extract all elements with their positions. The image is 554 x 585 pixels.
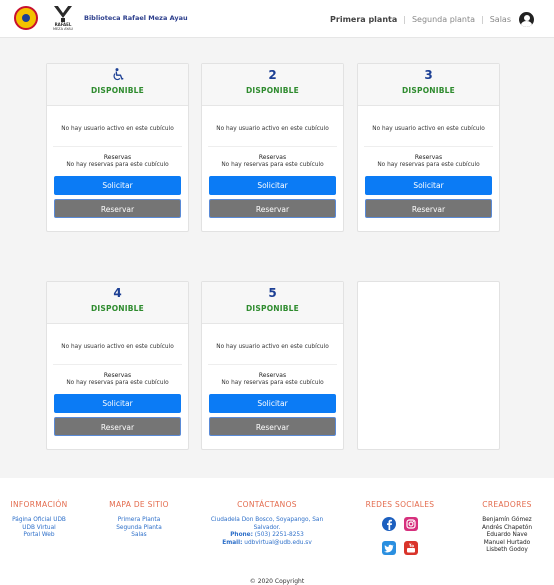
link-primera-planta[interactable]: Primera Planta [94,517,184,525]
nav-separator: | [481,14,484,24]
reservar-button[interactable]: Reservar [365,199,492,218]
user-avatar-icon[interactable] [519,11,534,27]
reservas-title: Reservas [103,154,132,161]
reservas-title: Reservas [103,372,132,379]
footer-contacto: CONTÁCTANOS Ciudadela Don Bosco, Soyapan… [203,500,331,547]
footer-heading: CONTÁCTANOS [237,500,297,509]
divider [208,146,337,147]
card-header: 4 DISPONIBLE [47,282,188,324]
social-row-2 [355,541,445,555]
reservas-text: No hay reservas para este cubículo [221,162,324,168]
reservar-button[interactable]: Reservar [54,417,181,436]
link-pagina-oficial[interactable]: Página Oficial UDB [4,517,74,525]
cubicle-number: 2 [268,68,277,82]
nav-salas[interactable]: Salas [490,15,511,24]
status-badge: DISPONIBLE [402,86,455,95]
footer-creadores: CREADORES Benjamín Gómez Andrés Chapetón… [464,500,550,555]
biblioteca-logo[interactable]: RAFAEL MEZA AYAU [49,5,77,35]
divider [53,146,182,147]
reservar-button[interactable]: Reservar [54,199,181,218]
main-nav: Primera planta | Segunda planta | Salas [330,10,534,28]
cubicle-card-1: DISPONIBLE No hay usuario activo en este… [46,63,189,232]
top-navbar: RAFAEL MEZA AYAU Biblioteca Rafael Meza … [0,0,554,38]
cubicle-card-3: 3 DISPONIBLE No hay usuario activo en es… [357,63,500,232]
reservas-text: No hay reservas para este cubículo [377,162,480,168]
reservas-title: Reservas [258,372,287,379]
instagram-icon[interactable] [404,517,418,531]
creator-name: Lisbeth Godoy [486,547,528,553]
logo-text-line2: MEZA AYAU [52,27,74,31]
footer-informacion: INFORMACIÓN Página Oficial UDB UDB Virtu… [4,500,74,540]
contact-address: Ciudadela Don Bosco, Soyapango, San Salv… [210,517,324,531]
solicitar-button[interactable]: Solicitar [209,176,336,195]
divider [364,146,493,147]
email-label: Email: [222,539,243,546]
footer-heading: CREADORES [482,500,532,509]
active-user-text: No hay usuario activo en este cubículo [216,126,329,132]
solicitar-button[interactable]: Solicitar [54,394,181,413]
contact-phone-line: Phone: (503) 2251-8253 [203,532,331,540]
youtube-icon[interactable] [404,541,418,555]
nav-separator: | [403,14,406,24]
active-user-text: No hay usuario activo en este cubículo [216,344,329,350]
active-user-text: No hay usuario activo en este cubículo [61,126,174,132]
phone-value[interactable]: (503) 2251-8253 [255,532,304,538]
creator-name: Andrés Chapetón [481,524,533,531]
divider [208,364,337,365]
brand-title[interactable]: Biblioteca Rafael Meza Ayau [84,14,188,22]
card-header: DISPONIBLE [47,64,188,106]
creator-name: Manuel Hurtado [483,539,531,546]
link-udb-virtual[interactable]: UDB Virtual [4,525,74,533]
solicitar-button[interactable]: Solicitar [54,176,181,195]
copyright-text: © 2020 Copyright [249,578,305,585]
social-row-1 [355,517,445,531]
footer-mapa: MAPA DE SITIO Primera Planta Segunda Pla… [94,500,184,540]
cubicle-card-2: 2 DISPONIBLE No hay usuario activo en es… [201,63,344,232]
nav-segunda-planta[interactable]: Segunda planta [412,15,475,24]
link-segunda-planta[interactable]: Segunda Planta [94,525,184,533]
creator-name: Benjamín Gómez [482,517,532,523]
contact-email-line: Email: udbvirtual@udb.edu.sv [203,540,331,548]
status-badge: DISPONIBLE [91,86,144,95]
cubicle-card-4: 4 DISPONIBLE No hay usuario activo en es… [46,281,189,450]
reservar-button[interactable]: Reservar [209,199,336,218]
nav-primera-planta[interactable]: Primera planta [330,15,397,24]
cubicle-card-5: 5 DISPONIBLE No hay usuario activo en es… [201,281,344,450]
reservas-text: No hay reservas para este cubículo [221,380,324,386]
active-user-text: No hay usuario activo en este cubículo [61,344,174,350]
divider [53,364,182,365]
reservas-text: No hay reservas para este cubículo [66,380,169,386]
footer-heading: INFORMACIÓN [10,500,68,509]
reservas-title: Reservas [258,154,287,161]
status-badge: DISPONIBLE [246,304,299,313]
udb-logo[interactable] [14,6,38,30]
footer-redes: REDES SOCIALES [355,500,445,565]
cubicle-number: 5 [268,286,277,300]
reservar-button[interactable]: Reservar [209,417,336,436]
status-badge: DISPONIBLE [91,304,144,313]
email-value[interactable]: udbvirtual@udb.edu.sv [244,540,311,546]
card-header: 2 DISPONIBLE [202,64,343,106]
solicitar-button[interactable]: Solicitar [365,176,492,195]
wheelchair-icon [47,64,188,82]
solicitar-button[interactable]: Solicitar [209,394,336,413]
footer-heading: MAPA DE SITIO [109,500,169,509]
card-header: 5 DISPONIBLE [202,282,343,324]
footer-heading: REDES SOCIALES [365,500,435,509]
active-user-text: No hay usuario activo en este cubículo [372,126,485,132]
facebook-icon[interactable] [382,517,396,531]
creator-name: Eduardo Nave [486,532,528,538]
reservas-title: Reservas [414,154,443,161]
empty-card [357,281,500,450]
phone-label: Phone: [230,532,253,538]
link-portal-web[interactable]: Portal Web [4,532,74,540]
cubicle-number: 4 [113,286,122,300]
cubicle-number: 3 [424,68,433,82]
twitter-icon[interactable] [382,541,396,555]
card-header: 3 DISPONIBLE [358,64,499,106]
link-salas[interactable]: Salas [94,532,184,540]
reservas-text: No hay reservas para este cubículo [66,162,169,168]
status-badge: DISPONIBLE [246,86,299,95]
footer: INFORMACIÓN Página Oficial UDB UDB Virtu… [0,478,554,585]
